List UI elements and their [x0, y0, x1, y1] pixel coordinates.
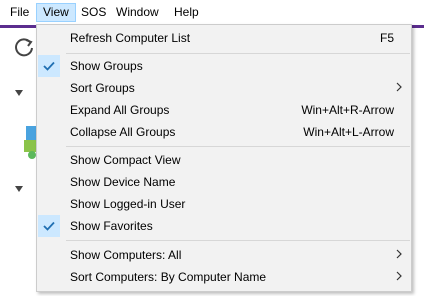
chevron-right-icon	[396, 271, 402, 281]
menu-item-refresh-computer-list[interactable]: Refresh Computer List F5	[37, 27, 411, 49]
menu-separator	[66, 240, 410, 241]
menu-view[interactable]: View	[36, 3, 76, 22]
shortcut-label: Win+Alt+R-Arrow	[301, 103, 394, 117]
triangle-down-icon[interactable]	[14, 184, 24, 194]
menu-bar: File View SOS Window Help	[0, 0, 424, 26]
menu-help[interactable]: Help	[168, 3, 205, 22]
menu-file[interactable]: File	[4, 3, 35, 22]
shortcut-label: F5	[379, 31, 394, 45]
menu-item-sort-groups[interactable]: Sort Groups	[37, 77, 411, 99]
chevron-right-icon	[396, 82, 402, 92]
menu-item-label: Refresh Computer List	[70, 31, 191, 45]
checkmark-icon	[38, 215, 60, 237]
menu-item-label: Sort Groups	[70, 81, 135, 95]
menu-item-label: Show Device Name	[70, 175, 176, 189]
menu-item-label: Expand All Groups	[70, 103, 170, 117]
menu-item-sort-computers[interactable]: Sort Computers: By Computer Name	[37, 266, 411, 288]
chevron-right-icon	[396, 249, 402, 259]
shortcut-label: Win+Alt+L-Arrow	[303, 125, 394, 139]
computer-icon	[24, 126, 36, 159]
menu-item-label: Show Compact View	[70, 153, 181, 167]
menu-item-label: Sort Computers: By Computer Name	[70, 270, 267, 284]
menu-item-show-logged-in-user[interactable]: Show Logged-in User	[37, 193, 411, 215]
menu-item-label: Show Computers: All	[70, 248, 182, 262]
menu-sos[interactable]: SOS	[75, 3, 112, 22]
menu-item-show-favorites[interactable]: Show Favorites	[37, 215, 411, 237]
menu-item-show-device-name[interactable]: Show Device Name	[37, 171, 411, 193]
checkmark-icon	[38, 55, 60, 77]
menu-separator	[66, 53, 410, 54]
menu-item-label: Collapse All Groups	[70, 125, 176, 139]
view-menu: Refresh Computer List F5 Show Groups Sor…	[36, 24, 412, 292]
menu-item-collapse-all-groups[interactable]: Collapse All Groups Win+Alt+L-Arrow	[37, 121, 411, 143]
menu-item-label: Show Groups	[70, 59, 143, 73]
triangle-down-icon[interactable]	[14, 88, 24, 98]
menu-item-expand-all-groups[interactable]: Expand All Groups Win+Alt+R-Arrow	[37, 99, 411, 121]
refresh-icon[interactable]	[14, 37, 36, 59]
menu-item-show-computers[interactable]: Show Computers: All	[37, 244, 411, 266]
menu-item-show-groups[interactable]: Show Groups	[37, 55, 411, 77]
menu-item-show-compact-view[interactable]: Show Compact View	[37, 149, 411, 171]
menu-window[interactable]: Window	[110, 3, 165, 22]
menu-separator	[66, 146, 410, 147]
menu-item-label: Show Logged-in User	[70, 197, 186, 211]
menu-item-label: Show Favorites	[70, 219, 153, 233]
